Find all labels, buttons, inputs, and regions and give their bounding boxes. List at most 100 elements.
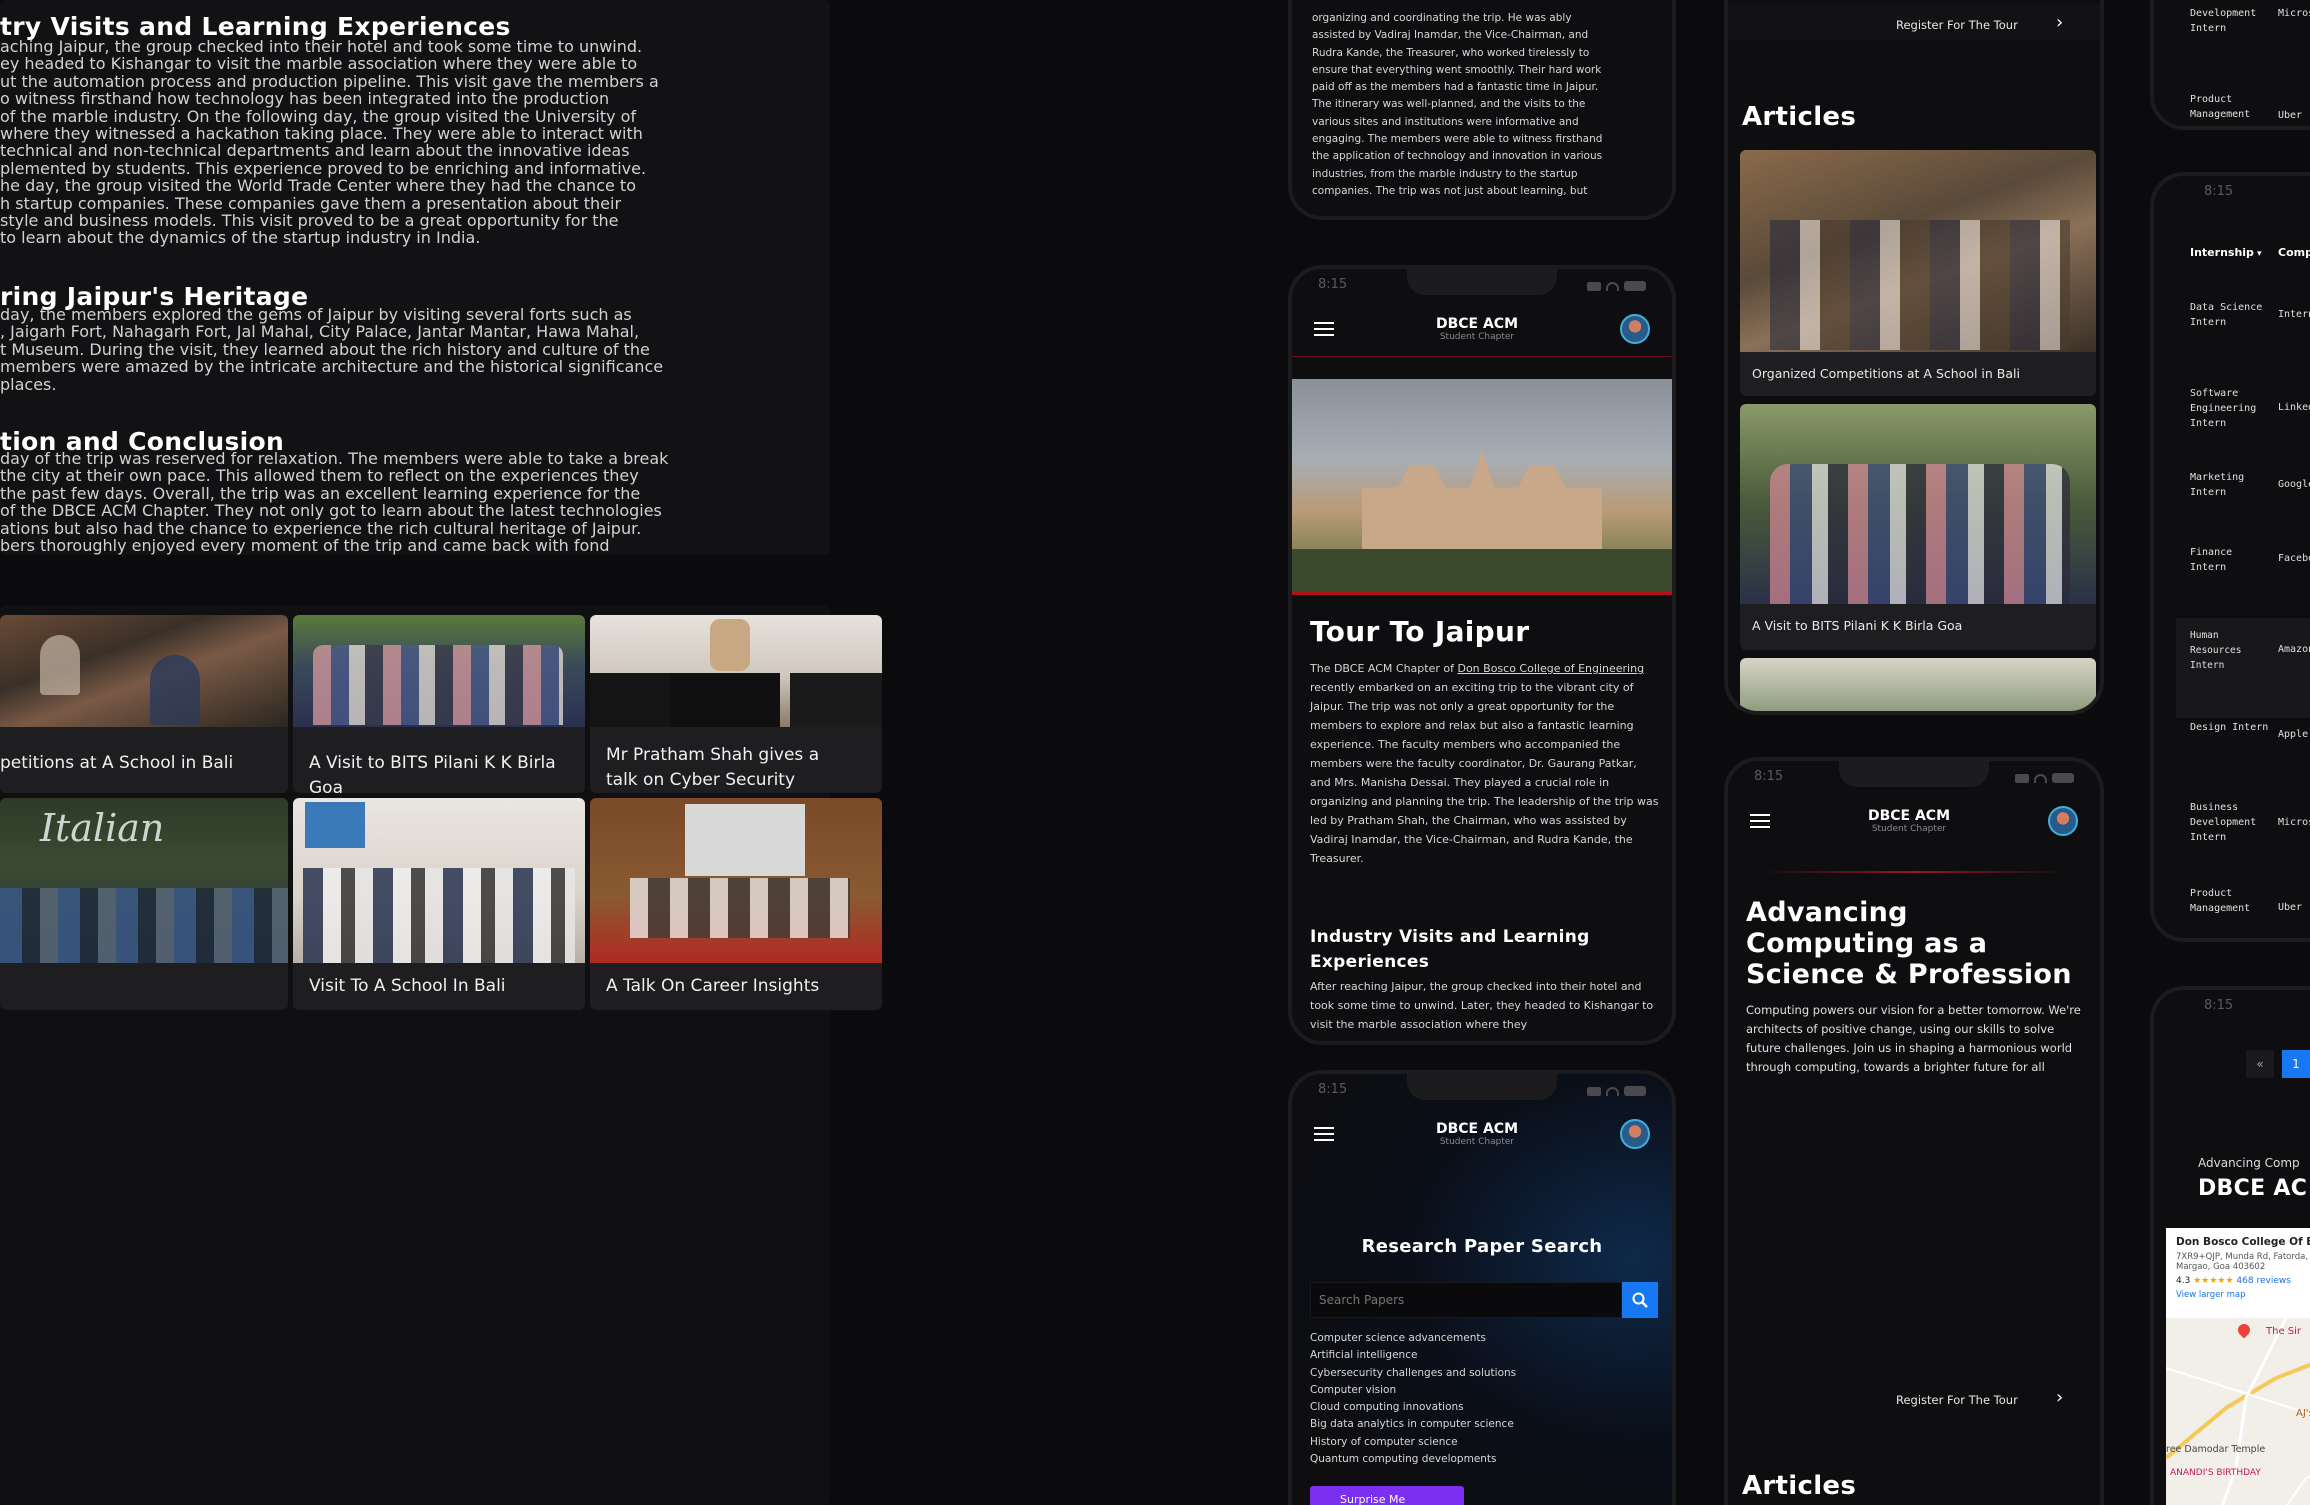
internship-company: Google (2278, 479, 2310, 490)
phone-map: 8:15 « 1 Advancing Comp DBCE AC Don Bosc… (2150, 986, 2310, 1505)
gallery-card[interactable]: A Talk On Career Insights (590, 798, 882, 1010)
internship-company: Uber (2278, 110, 2303, 121)
topic-item[interactable]: Quantum computing developments (1310, 1451, 1516, 1468)
internship-role: Development Intern (2190, 8, 2257, 34)
gallery-card[interactable]: Italian (0, 798, 288, 1010)
brand-sub: Student Chapter (1439, 331, 1515, 342)
article-card[interactable]: Organized Competitions at A School in Ba… (1740, 150, 2096, 396)
menu-icon[interactable] (1750, 814, 1770, 828)
gallery-photo (590, 615, 882, 727)
status-bar: 8:15 (2204, 998, 2310, 1016)
footer-brand: DBCE AC (2198, 1176, 2308, 1201)
search-button[interactable] (1622, 1282, 1658, 1318)
avatar[interactable] (1619, 1119, 1650, 1149)
filter-icon[interactable]: ▾ (2254, 249, 2262, 259)
topic-item[interactable]: Cybersecurity challenges and solutions (1310, 1365, 1516, 1382)
map-reviews[interactable]: 468 reviews (2236, 1276, 2291, 1286)
gallery-photo: Italian (0, 798, 288, 963)
articles-heading: Articles (1742, 1471, 1857, 1501)
avatar[interactable] (2047, 806, 2078, 836)
phone-research: 8:15 DBCE ACM Student Chapter Research P… (1288, 1070, 1676, 1505)
text-line: industries, from the marble industry to … (1312, 167, 1578, 180)
register-bar[interactable]: Register For The Tour › (1728, 1381, 2100, 1417)
article-panel: try Visits and Learning Experiences achi… (0, 0, 830, 555)
intro-text-a: The DBCE ACM Chapter of (1310, 662, 1458, 675)
internship-company: Micros (2278, 817, 2310, 828)
topic-item[interactable]: History of computer science (1310, 1434, 1516, 1451)
avatar[interactable] (1619, 313, 1650, 344)
status-time: 8:15 (2204, 184, 2234, 199)
internship-company: Facebo (2278, 553, 2310, 564)
status-bar: 8:15 (1318, 277, 1646, 295)
surprise-me-button[interactable]: Surprise Me (1310, 1486, 1464, 1505)
body-line: of the DBCE ACM Chapter. They not only g… (0, 501, 662, 521)
gallery-card[interactable]: A Visit to BITS Pilani K K Birla Goa (293, 615, 585, 793)
phone-mockup-top: organizing and coordinating the trip. He… (1288, 0, 1676, 220)
internship-role: Software Engineering Intern (2190, 388, 2257, 429)
body-line: where they witnessed a hackathon taking … (0, 124, 643, 144)
gallery-caption: Mr Pratham Shah gives a talk on Cyber Se… (606, 745, 820, 790)
app-bar: DBCE ACM Student Chapter (1728, 793, 2100, 849)
phone-internships-top: Development Intern Micros Product Manage… (2150, 0, 2310, 130)
chevron-right-icon: › (2056, 1387, 2064, 1408)
map-address: 7XR9+QJP, Munda Rd, Fatorda, Margao, Goa… (2176, 1252, 2309, 1272)
topic-item[interactable]: Big data analytics in computer science (1310, 1416, 1516, 1433)
text-line: Rudra Kande, the Treasurer, who worked t… (1312, 46, 1590, 59)
body-line: the city at their own pace. This allowed… (0, 466, 639, 486)
research-title: Research Paper Search (1361, 1236, 1603, 1257)
gallery-photo (293, 798, 585, 963)
gallery-card[interactable]: Mr Pratham Shah gives a talk on Cyber Se… (590, 615, 882, 793)
status-time: 8:15 (2204, 998, 2234, 1013)
register-label: Register For The Tour (1896, 18, 2018, 32)
status-time: 8:15 (1318, 277, 1348, 292)
topic-item[interactable]: Computer vision (1310, 1382, 1516, 1399)
map-embed[interactable]: Don Bosco College Of Eng 7XR9+QJP, Munda… (2166, 1228, 2310, 1505)
article-intro: The DBCE ACM Chapter of Don Bosco Colleg… (1310, 659, 1660, 868)
app-bar: DBCE ACM Student Chapter (1292, 1106, 1672, 1162)
text-line: engaging. The members were able to witne… (1312, 133, 1603, 146)
map-title: Don Bosco College Of Eng (2176, 1236, 2310, 1248)
status-bar: 8:15 (2204, 184, 2310, 202)
text-line: ensure that everything went smoothly. Th… (1312, 63, 1602, 76)
internship-company: Linked (2278, 402, 2310, 413)
status-icons (1587, 1082, 1646, 1100)
menu-icon[interactable] (1314, 321, 1334, 336)
gallery-card[interactable]: Visit To A School In Bali (293, 798, 585, 1010)
body-line: day, the members explored the gems of Ja… (0, 305, 632, 324)
map-info-card: Don Bosco College Of Eng 7XR9+QJP, Munda… (2166, 1228, 2310, 1318)
topic-item[interactable]: Cloud computing innovations (1310, 1399, 1516, 1416)
body-line: to learn about the dynamics of the start… (0, 228, 481, 248)
internship-role: Product Management (2190, 888, 2251, 914)
pager-current[interactable]: 1 (2282, 1050, 2310, 1078)
brand-logo[interactable]: DBCE ACM Student Chapter (1436, 316, 1518, 342)
map-link[interactable]: View larger map (2176, 1290, 2310, 1300)
internship-header: Internship ▾ (2190, 246, 2262, 259)
column-header-company: Comp (2278, 246, 2310, 259)
article-card[interactable] (1740, 658, 2096, 711)
pager-prev[interactable]: « (2246, 1050, 2274, 1078)
topic-item[interactable]: Computer science advancements (1310, 1330, 1516, 1347)
map-rating: 4.3 (2176, 1276, 2191, 1286)
footer-kicker: Advancing Comp (2198, 1156, 2300, 1170)
menu-icon[interactable] (1314, 1127, 1334, 1141)
search-input[interactable] (1310, 1282, 1622, 1318)
article-card[interactable]: A Visit to BITS Pilani K K Birla Goa (1740, 404, 2096, 650)
register-bar[interactable]: Register For The Tour › (1728, 4, 2100, 40)
college-link[interactable]: Don Bosco College of Engineering (1457, 662, 1644, 675)
article-caption: A Visit to BITS Pilani K K Birla Goa (1752, 618, 1963, 633)
internship-company: Micros (2278, 8, 2310, 19)
phone-tour-jaipur: 8:15 DBCE ACM Student Chapter Tour To Ja… (1288, 265, 1676, 1045)
brand-logo[interactable]: DBCE ACM Student Chapter (1868, 808, 1950, 834)
internship-company: Intern (2278, 309, 2310, 320)
gallery-card[interactable]: petitions at A School in Bali (0, 615, 288, 793)
column-header-role[interactable]: Internship (2190, 246, 2254, 259)
internship-role: Design Intern (2190, 722, 2269, 733)
brand-logo[interactable]: DBCE ACM Student Chapter (1436, 1121, 1518, 1147)
text-line: companies. The trip was not just about l… (1312, 184, 1588, 197)
internship-company: Apple (2278, 729, 2309, 740)
battery-icon (1624, 1086, 1646, 1096)
topic-item[interactable]: Artificial intelligence (1310, 1347, 1516, 1364)
map-label: ree Damodar Temple (2166, 1444, 2266, 1455)
gallery-caption: A Talk On Career Insights (606, 976, 820, 996)
hero-photo-albert-hall (1292, 379, 1672, 595)
